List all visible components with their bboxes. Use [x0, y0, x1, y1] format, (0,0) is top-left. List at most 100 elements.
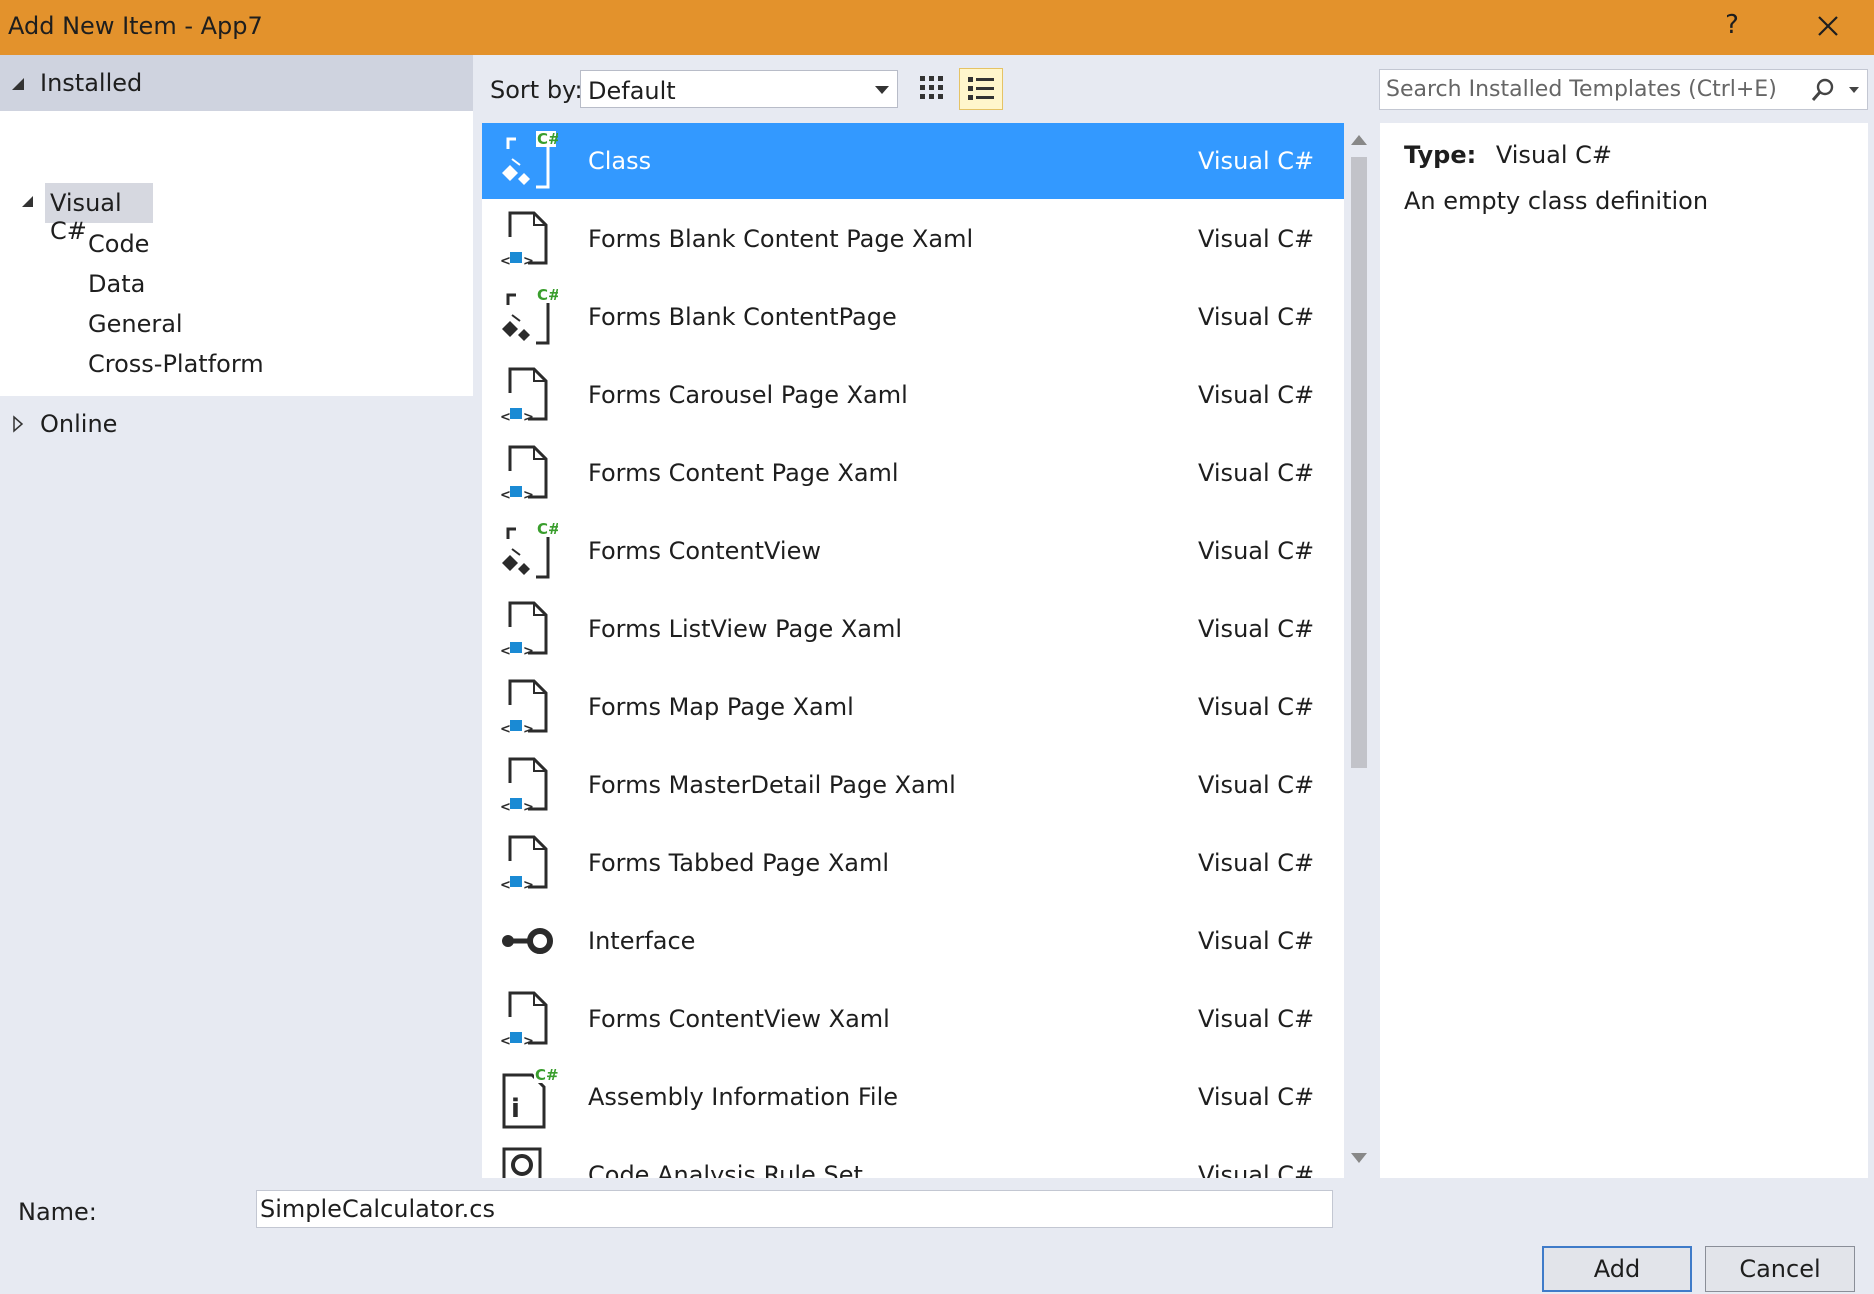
list-view-button[interactable] [959, 68, 1003, 110]
template-name: Forms Tabbed Page Xaml [588, 849, 890, 877]
template-name: Interface [588, 927, 696, 955]
svg-text:>: > [523, 410, 534, 425]
template-category-tree: Installed Visual C# Code Data General Cr… [0, 55, 473, 1180]
template-name: Assembly Information File [588, 1083, 899, 1111]
template-name: Forms Map Page Xaml [588, 693, 854, 721]
close-icon[interactable] [1808, 6, 1848, 46]
template-language: Visual C# [1198, 693, 1315, 721]
template-row-forms-contentview-xaml[interactable]: < > Forms ContentView Xaml Visual C# [482, 981, 1344, 1057]
template-row-forms-content-page-xaml[interactable]: < > Forms Content Page Xaml Visual C# [482, 435, 1344, 511]
template-language: Visual C# [1198, 381, 1315, 409]
collapsed-triangle-icon[interactable] [12, 415, 24, 433]
template-name: Code Analysis Rule Set [588, 1161, 863, 1178]
template-row-forms-blank-contentpage[interactable]: C# Forms Blank ContentPage Visual C# [482, 279, 1344, 355]
xaml-page-icon: < > [498, 675, 558, 739]
xaml-page-icon: < > [498, 207, 558, 271]
template-name: Forms ListView Page Xaml [588, 615, 903, 643]
template-details-panel: Type: Visual C# An empty class definitio… [1380, 123, 1868, 1178]
template-language: Visual C# [1198, 849, 1315, 877]
svg-text:<: < [500, 410, 511, 425]
assembly-info-icon: C# i [498, 1065, 559, 1129]
svg-text:i: i [511, 1094, 520, 1124]
tree-item-general[interactable]: General [88, 310, 183, 338]
tree-node-online[interactable]: Online [0, 396, 473, 452]
template-name: Forms ContentView [588, 537, 821, 565]
expanded-triangle-icon[interactable] [20, 195, 34, 208]
template-name: Forms Content Page Xaml [588, 459, 899, 487]
details-type-value: Visual C# [1495, 141, 1613, 169]
template-row-code-analysis-rule-set[interactable]: Code Analysis Rule Set Visual C# [482, 1137, 1344, 1178]
template-row-forms-masterdetail-page-xaml[interactable]: < > Forms MasterDetail Page Xaml Visual C# [482, 747, 1344, 823]
search-icon[interactable] [1809, 76, 1837, 104]
template-language: Visual C# [1198, 225, 1315, 253]
name-input[interactable] [256, 1190, 1333, 1228]
template-row-interface[interactable]: Interface Visual C# [482, 903, 1344, 979]
search-options-chevron-icon[interactable] [1849, 87, 1859, 93]
tree-item-cross-platform[interactable]: Cross-Platform [88, 350, 264, 378]
sort-by-dropdown[interactable]: Default [580, 70, 898, 108]
tree-item-visual-csharp[interactable]: Visual C# [45, 183, 153, 245]
svg-text:<: < [500, 800, 511, 815]
template-row-forms-tabbed-page-xaml[interactable]: < > Forms Tabbed Page Xaml Visual C# [482, 825, 1344, 901]
class-csharp-icon: C# [498, 285, 561, 349]
svg-text:>: > [523, 488, 534, 503]
template-name: Forms Blank ContentPage [588, 303, 897, 331]
scroll-up-icon[interactable] [1351, 135, 1367, 145]
template-list-scrollbar[interactable] [1344, 123, 1374, 1178]
template-language: Visual C# [1198, 303, 1315, 331]
tree-item-data[interactable]: Data [88, 270, 145, 298]
template-row-forms-map-page-xaml[interactable]: < > Forms Map Page Xaml Visual C# [482, 669, 1344, 745]
template-row-forms-listview-page-xaml[interactable]: < > Forms ListView Page Xaml Visual C# [482, 591, 1344, 667]
template-row-forms-blank-content-page-xaml[interactable]: < > Forms Blank Content Page Xaml Visual C# [482, 201, 1344, 277]
svg-text:>: > [523, 878, 534, 893]
template-name: Forms Blank Content Page Xaml [588, 225, 974, 253]
svg-text:C#: C# [537, 520, 558, 538]
template-row-class[interactable]: C# Class Visual C# [482, 123, 1344, 199]
xaml-page-icon: < > [498, 831, 558, 895]
interface-icon [498, 909, 558, 973]
tree-node-installed[interactable]: Installed [0, 55, 473, 111]
template-language: Visual C# [1198, 927, 1315, 955]
svg-text:>: > [523, 254, 534, 269]
svg-text:C#: C# [537, 130, 558, 148]
xaml-page-icon: < > [498, 597, 558, 661]
search-box[interactable] [1379, 69, 1868, 110]
details-type: Type: Visual C# [1404, 141, 1612, 169]
list-view-icon [968, 77, 994, 100]
template-language: Visual C# [1198, 1083, 1315, 1111]
expanded-triangle-icon[interactable] [10, 77, 26, 91]
sort-by-value: Default [588, 77, 676, 105]
xaml-page-icon: < > [498, 363, 558, 427]
svg-text:>: > [523, 1034, 534, 1049]
svg-text:>: > [523, 644, 534, 659]
template-row-assembly-information-file[interactable]: C# i Assembly Information File Visual C# [482, 1059, 1344, 1135]
svg-text:<: < [500, 878, 511, 893]
help-button[interactable]: ? [1712, 10, 1752, 40]
scrollbar-thumb[interactable] [1351, 157, 1367, 768]
xaml-page-icon: < > [498, 987, 558, 1051]
template-language: Visual C# [1198, 771, 1315, 799]
template-list: C#ClassVisual C#<>Forms Blank Content Pa… [482, 123, 1344, 1178]
cancel-button[interactable]: Cancel [1705, 1246, 1855, 1292]
small-icons-view-icon[interactable] [916, 72, 950, 106]
scroll-down-icon[interactable] [1351, 1153, 1367, 1163]
add-button[interactable]: Add [1542, 1246, 1692, 1292]
template-row-forms-carousel-page-xaml[interactable]: < > Forms Carousel Page Xaml Visual C# [482, 357, 1344, 433]
svg-text:<: < [500, 254, 511, 269]
title-bar: Add New Item - App7 ? [0, 0, 1874, 55]
svg-text:<: < [500, 488, 511, 503]
class-csharp-icon: C# [498, 519, 561, 583]
tree-item-code[interactable]: Code [88, 230, 149, 258]
template-name: Class [588, 147, 652, 175]
svg-text:<: < [500, 644, 511, 659]
search-input[interactable] [1386, 74, 1786, 104]
xaml-page-icon: < > [498, 441, 558, 505]
template-row-forms-contentview[interactable]: C# Forms ContentView Visual C# [482, 513, 1344, 589]
chevron-down-icon [875, 86, 889, 94]
window-title: Add New Item - App7 [8, 12, 263, 40]
details-description: An empty class definition [1404, 187, 1709, 215]
svg-text:<: < [500, 1034, 511, 1049]
class-csharp-icon: C# [498, 129, 561, 193]
template-language: Visual C# [1198, 147, 1315, 175]
template-name: Forms ContentView Xaml [588, 1005, 890, 1033]
